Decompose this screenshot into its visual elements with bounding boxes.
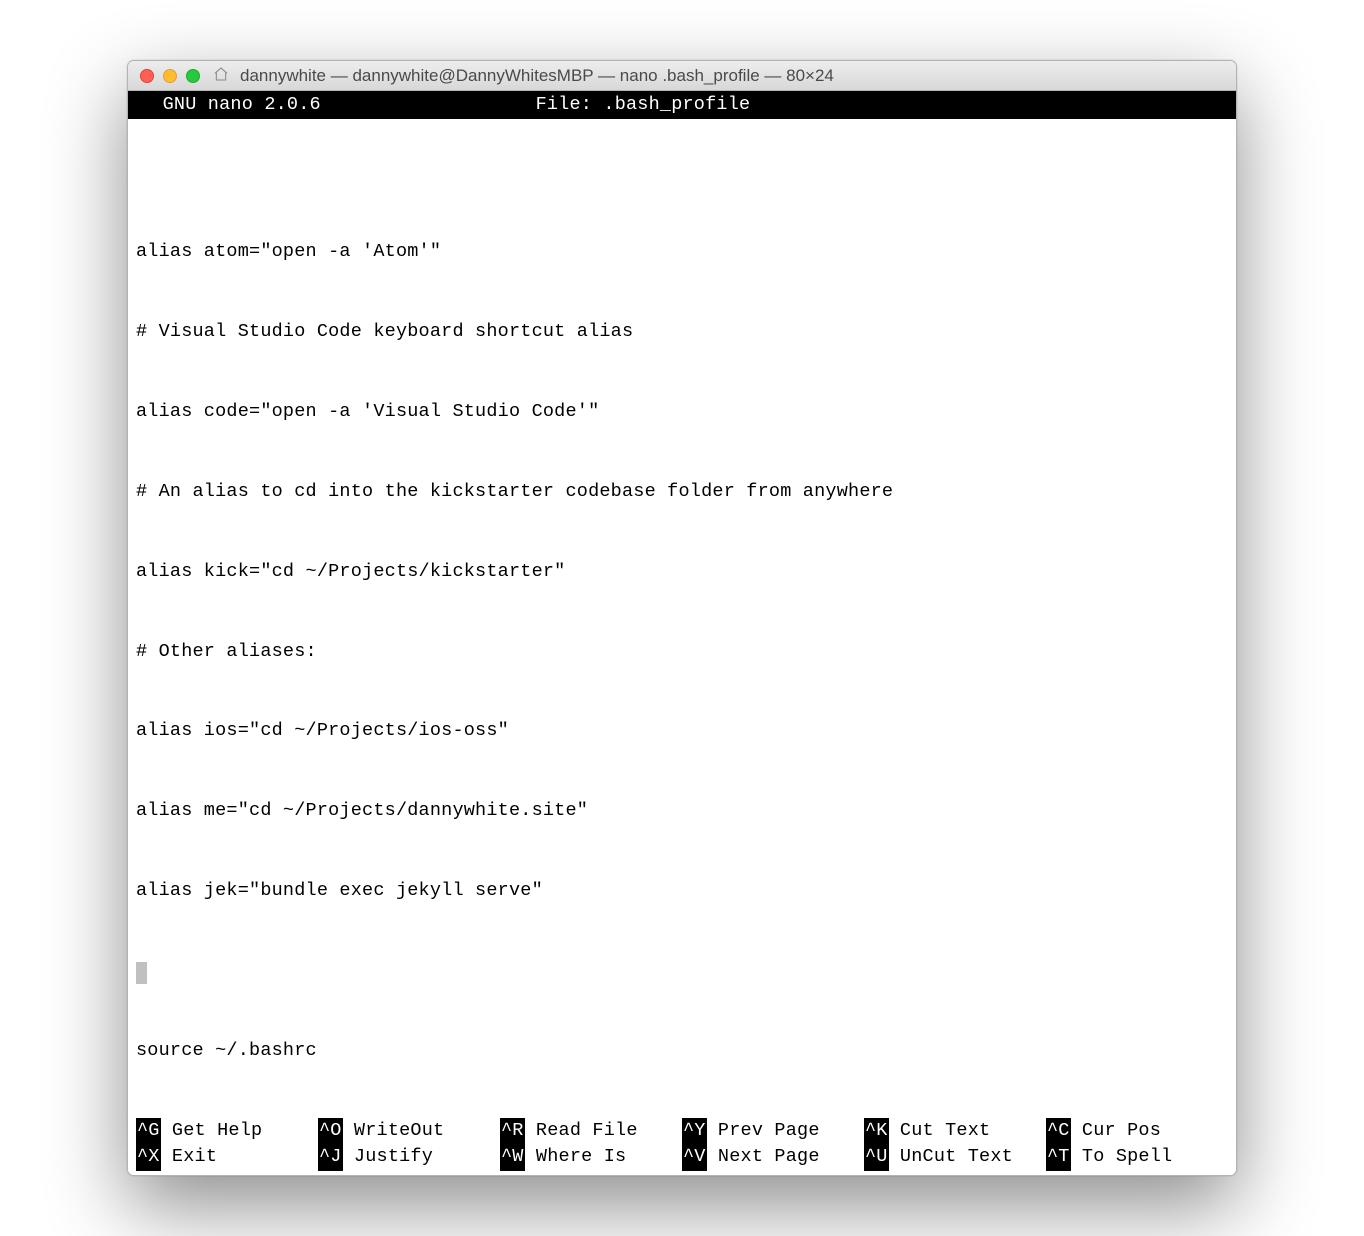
code-line: # Other aliases: — [136, 639, 1228, 666]
shortcut-prev-page: ^Y Prev Page — [682, 1118, 864, 1145]
cursor — [136, 962, 147, 984]
shortcut-get-help: ^G Get Help — [136, 1118, 318, 1145]
maximize-button[interactable] — [186, 69, 200, 83]
code-line — [136, 958, 1228, 985]
shortcut-uncut-text: ^U UnCut Text — [864, 1144, 1046, 1171]
nano-app-name: GNU nano 2.0.6 — [140, 92, 321, 119]
nano-header: GNU nano 2.0.6 File: .bash_profile — [128, 91, 1236, 119]
traffic-lights — [140, 69, 200, 83]
terminal-window: dannywhite — dannywhite@DannyWhitesMBP —… — [127, 60, 1237, 1176]
minimize-button[interactable] — [163, 69, 177, 83]
shortcut-cur-pos: ^C Cur Pos — [1046, 1118, 1228, 1145]
code-line: alias kick="cd ~/Projects/kickstarter" — [136, 559, 1228, 586]
shortcut-writeout: ^O WriteOut — [318, 1118, 500, 1145]
window-title: dannywhite — dannywhite@DannyWhitesMBP —… — [240, 66, 834, 86]
shortcut-to-spell: ^T To Spell — [1046, 1144, 1228, 1171]
close-button[interactable] — [140, 69, 154, 83]
code-line: alias me="cd ~/Projects/dannywhite.site" — [136, 798, 1228, 825]
code-line: alias jek="bundle exec jekyll serve" — [136, 878, 1228, 905]
shortcut-exit: ^X Exit — [136, 1144, 318, 1171]
window-titlebar[interactable]: dannywhite — dannywhite@DannyWhitesMBP —… — [128, 61, 1236, 91]
shortcut-read-file: ^R Read File — [500, 1118, 682, 1145]
code-line: alias atom="open -a 'Atom'" — [136, 239, 1228, 266]
code-line: alias ios="cd ~/Projects/ios-oss" — [136, 718, 1228, 745]
terminal-content[interactable]: GNU nano 2.0.6 File: .bash_profile alias… — [128, 91, 1236, 1175]
code-line: alias code="open -a 'Visual Studio Code'… — [136, 399, 1228, 426]
code-line: # An alias to cd into the kickstarter co… — [136, 479, 1228, 506]
nano-shortcuts: ^G Get Help ^O WriteOut ^R Read File ^Y … — [128, 1118, 1236, 1175]
home-icon — [213, 66, 229, 86]
shortcut-cut-text: ^K Cut Text — [864, 1118, 1046, 1145]
code-line: source ~/.bashrc — [136, 1038, 1228, 1065]
nano-file-label: File: .bash_profile — [536, 92, 751, 119]
shortcut-where-is: ^W Where Is — [500, 1144, 682, 1171]
editor-body[interactable]: alias atom="open -a 'Atom'" # Visual Stu… — [128, 119, 1236, 1118]
shortcut-next-page: ^V Next Page — [682, 1144, 864, 1171]
code-line: # Visual Studio Code keyboard shortcut a… — [136, 319, 1228, 346]
shortcut-justify: ^J Justify — [318, 1144, 500, 1171]
